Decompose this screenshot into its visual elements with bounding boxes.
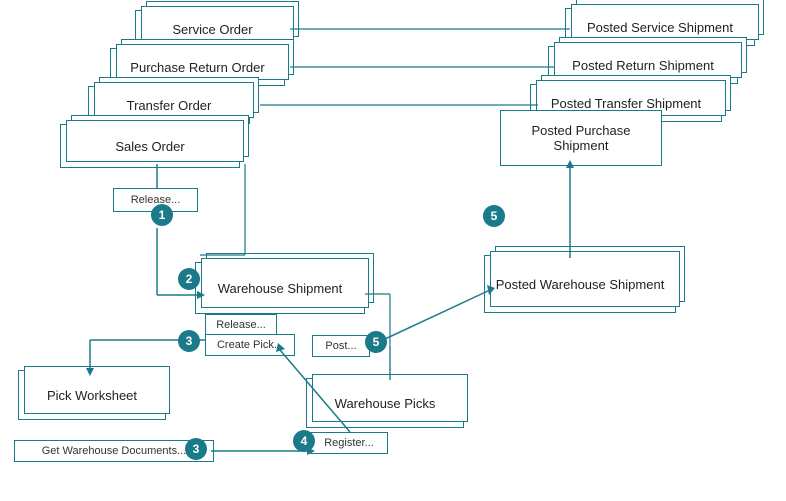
release-button-2[interactable]: Release... — [205, 314, 277, 336]
warehouse-picks-box: Warehouse Picks — [306, 378, 464, 428]
posted-purchase-box: Posted Purchase Shipment — [500, 110, 662, 166]
diagram: Service Order Purchase Return Order Tran… — [0, 0, 786, 501]
posted-warehouse-label: Posted Warehouse Shipment — [496, 277, 665, 292]
badge-3a: 3 — [178, 330, 200, 352]
badge-5a: 5 — [365, 331, 387, 353]
register-button[interactable]: Register... — [310, 432, 388, 454]
badge-1: 1 — [151, 204, 173, 226]
badge-4: 4 — [293, 430, 315, 452]
posted-service-label: Posted Service Shipment — [587, 20, 733, 35]
pick-worksheet-box: Pick Worksheet — [18, 370, 166, 420]
sales-order-box: Sales Order — [60, 124, 240, 168]
warehouse-picks-label: Warehouse Picks — [335, 396, 436, 411]
service-order-label: Service Order — [172, 22, 252, 37]
posted-transfer-label: Posted Transfer Shipment — [551, 96, 701, 111]
badge-5b: 5 — [483, 205, 505, 227]
posted-purchase-label: Posted Purchase Shipment — [531, 123, 630, 153]
posted-return-label: Posted Return Shipment — [572, 58, 714, 73]
create-pick-button[interactable]: Create Pick... — [205, 334, 295, 356]
posted-warehouse-box: Posted Warehouse Shipment — [484, 255, 676, 313]
purchase-return-label: Purchase Return Order — [130, 60, 264, 75]
sales-order-label: Sales Order — [115, 139, 184, 154]
get-warehouse-documents-button[interactable]: Get Warehouse Documents... — [14, 440, 214, 462]
post-button[interactable]: Post... — [312, 335, 370, 357]
warehouse-shipment-label: Warehouse Shipment — [218, 281, 343, 296]
badge-2: 2 — [178, 268, 200, 290]
badge-3b: 3 — [185, 438, 207, 460]
warehouse-shipment-box: Warehouse Shipment — [195, 262, 365, 314]
transfer-order-label: Transfer Order — [127, 98, 212, 113]
pick-worksheet-label: Pick Worksheet — [47, 388, 137, 403]
